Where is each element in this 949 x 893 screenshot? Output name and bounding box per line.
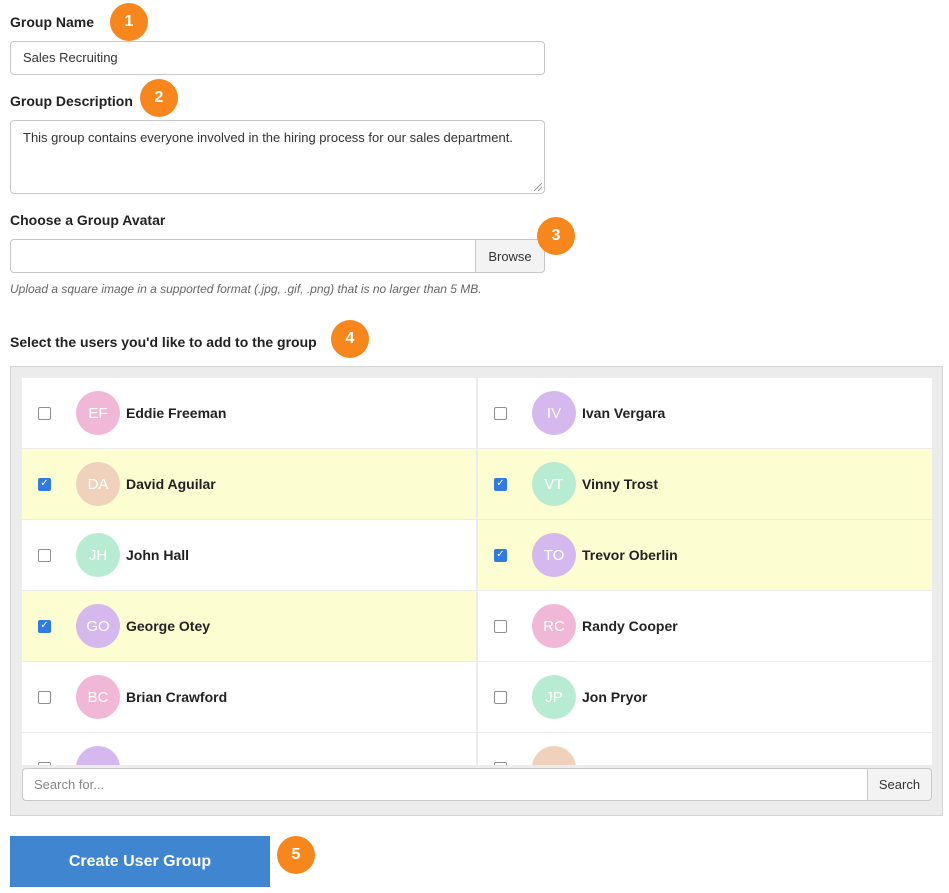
- user-name: Trevor Oberlin: [582, 547, 678, 563]
- group-description-label: Group Description: [10, 93, 133, 109]
- user-checkbox[interactable]: ✓: [494, 477, 507, 491]
- user-avatar: [76, 746, 120, 765]
- user-name: Ivan Vergara: [582, 405, 666, 421]
- user-name: Randy Cooper: [582, 618, 678, 634]
- user-list-item[interactable]: RC Randy Cooper: [478, 591, 932, 661]
- group-name-input[interactable]: Sales Recruiting: [10, 41, 545, 75]
- user-avatar: DA: [76, 462, 120, 506]
- user-checkbox[interactable]: [494, 619, 507, 633]
- user-list-item[interactable]: JH John Hall: [22, 520, 476, 590]
- create-user-group-button[interactable]: Create User Group: [10, 836, 270, 887]
- user-list-item[interactable]: ✓ TO Trevor Oberlin: [478, 520, 932, 590]
- avatar-file-input[interactable]: [10, 239, 475, 273]
- user-checkbox[interactable]: ✓: [38, 477, 51, 491]
- user-avatar: GO: [76, 604, 120, 648]
- user-checkbox[interactable]: ✓: [38, 619, 51, 633]
- resize-grip-icon[interactable]: [534, 183, 542, 191]
- user-name: Jon Pryor: [582, 689, 648, 705]
- user-list-item[interactable]: [478, 733, 932, 765]
- user-list-item[interactable]: ✓ DA David Aguilar: [22, 449, 476, 519]
- user-name: David Aguilar: [126, 476, 216, 492]
- user-checkbox[interactable]: [38, 548, 51, 562]
- user-avatar: [532, 746, 576, 765]
- user-avatar: JH: [76, 533, 120, 577]
- group-description-textarea[interactable]: This group contains everyone involved in…: [10, 120, 545, 194]
- step-badge-4: 4: [331, 320, 369, 358]
- user-checkbox[interactable]: ✓: [494, 548, 507, 562]
- user-avatar: RC: [532, 604, 576, 648]
- user-list-item[interactable]: ✓ GO George Otey: [22, 591, 476, 661]
- user-avatar: BC: [76, 675, 120, 719]
- user-selection-panel: EF Eddie Freeman IV Ivan Vergara ✓ DA David Ag…: [10, 366, 943, 816]
- user-search-bar: Search for... Search: [22, 768, 932, 801]
- user-name: Brian Crawford: [126, 689, 228, 705]
- step-badge-2: 2: [140, 79, 178, 117]
- user-checkbox[interactable]: [494, 690, 507, 704]
- user-avatar: EF: [76, 391, 120, 435]
- user-checkbox[interactable]: [38, 690, 51, 704]
- user-checkbox[interactable]: [494, 406, 507, 420]
- avatar-help-text: Upload a square image in a supported for…: [10, 282, 482, 296]
- avatar-file-picker: Browse: [10, 239, 545, 273]
- user-list[interactable]: EF Eddie Freeman IV Ivan Vergara ✓ DA David Ag…: [22, 378, 932, 765]
- user-name: Vinny Trost: [582, 476, 658, 492]
- user-list-item[interactable]: IV Ivan Vergara: [478, 378, 932, 448]
- step-badge-1: 1: [110, 3, 148, 41]
- checkmark-icon: ✓: [40, 478, 49, 489]
- user-avatar: VT: [532, 462, 576, 506]
- search-button[interactable]: Search: [867, 768, 932, 801]
- browse-button[interactable]: Browse: [475, 239, 545, 273]
- user-name: Eddie Freeman: [126, 405, 227, 421]
- user-search-input[interactable]: Search for...: [22, 768, 867, 801]
- user-list-item[interactable]: BC Brian Crawford: [22, 662, 476, 732]
- user-avatar: JP: [532, 675, 576, 719]
- group-name-label: Group Name: [10, 14, 95, 30]
- checkmark-icon: ✓: [40, 620, 49, 631]
- user-list-item[interactable]: JP Jon Pryor: [478, 662, 932, 732]
- user-checkbox[interactable]: [38, 761, 51, 765]
- step-badge-5: 5: [277, 836, 315, 874]
- checkmark-icon: ✓: [496, 549, 505, 560]
- user-list-item[interactable]: EF Eddie Freeman: [22, 378, 476, 448]
- group-avatar-label: Choose a Group Avatar: [10, 212, 166, 228]
- group-description-text: This group contains everyone involved in…: [23, 130, 513, 145]
- user-checkbox[interactable]: [494, 761, 507, 765]
- select-users-label: Select the users you'd like to add to th…: [10, 334, 317, 350]
- user-avatar: TO: [532, 533, 576, 577]
- user-name: John Hall: [126, 547, 190, 563]
- user-name: George Otey: [126, 618, 211, 634]
- step-badge-3: 3: [537, 217, 575, 255]
- user-avatar: IV: [532, 391, 576, 435]
- user-list-item[interactable]: ✓ VT Vinny Trost: [478, 449, 932, 519]
- user-checkbox[interactable]: [38, 406, 51, 420]
- user-list-item[interactable]: [22, 733, 476, 765]
- checkmark-icon: ✓: [496, 478, 505, 489]
